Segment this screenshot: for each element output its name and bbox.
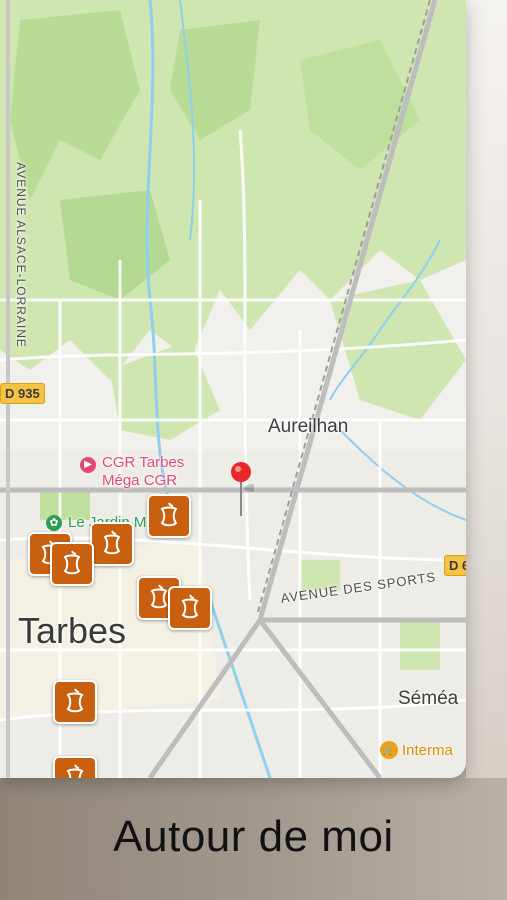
apple-core-icon bbox=[181, 594, 199, 619]
cinema-icon: ▶ bbox=[80, 457, 96, 473]
cinema-label-line1: CGR Tarbes bbox=[102, 454, 185, 471]
flower-icon: ✿ bbox=[46, 515, 62, 531]
road-shield-d6: D 6 bbox=[444, 555, 466, 576]
apple-core-icon bbox=[66, 688, 84, 713]
town-label-aureilhan: Aureilhan bbox=[268, 416, 349, 437]
city-label-tarbes: Tarbes bbox=[18, 610, 127, 651]
map-canvas bbox=[0, 0, 466, 778]
map-view[interactable]: AVENUE ALSACE-LORRAINE D 935 D 6 AVENUE … bbox=[0, 0, 466, 778]
compost-marker[interactable] bbox=[50, 542, 94, 586]
apple-core-icon bbox=[63, 550, 81, 575]
page-title: Autour de moi bbox=[113, 812, 394, 861]
shopping-cart-icon: 🛒 bbox=[380, 741, 398, 759]
background-panel bbox=[466, 0, 507, 778]
apple-core-icon bbox=[103, 530, 121, 555]
apple-core-icon bbox=[160, 502, 178, 527]
compost-marker[interactable] bbox=[147, 494, 191, 538]
compost-marker[interactable] bbox=[53, 680, 97, 724]
road-label-alsace-lorraine: AVENUE ALSACE-LORRAINE bbox=[13, 162, 28, 348]
store-label: Interma bbox=[402, 742, 453, 759]
compost-marker[interactable] bbox=[90, 522, 134, 566]
compost-marker[interactable] bbox=[53, 756, 97, 778]
location-pin[interactable] bbox=[230, 460, 264, 520]
road-shield-d935: D 935 bbox=[0, 383, 45, 404]
apple-core-icon bbox=[66, 764, 84, 778]
cinema-label-line2: Méga CGR bbox=[102, 472, 178, 489]
compost-marker[interactable] bbox=[168, 586, 212, 630]
town-label-semea: Séméa bbox=[398, 688, 459, 709]
map-pin-icon bbox=[231, 462, 264, 516]
